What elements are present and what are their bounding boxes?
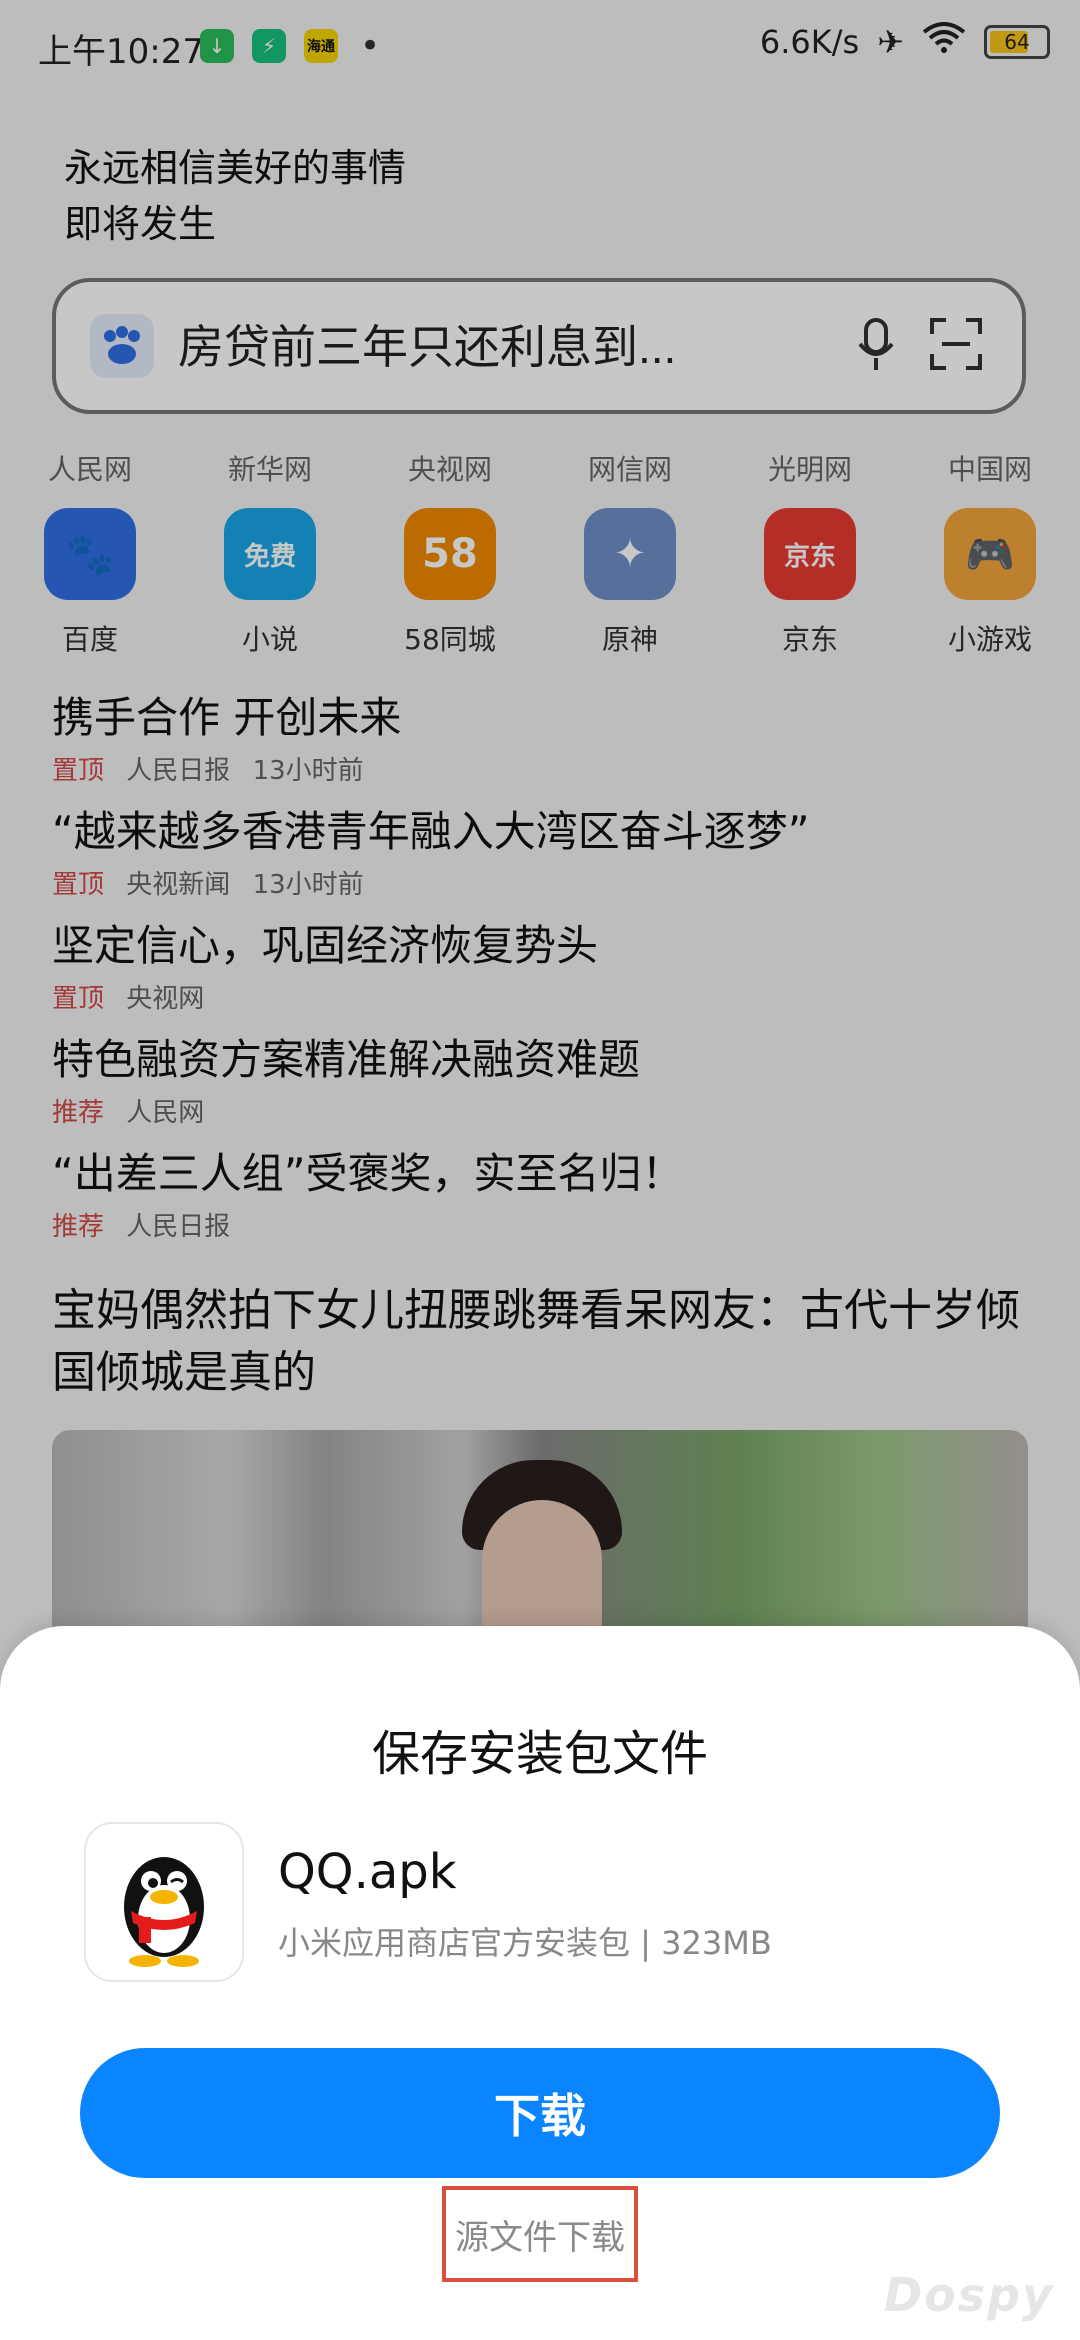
file-description: 小米应用商店官方安装包 | 323MB <box>278 1924 772 1962</box>
save-apk-sheet: 保存安装包文件 QQ.apk 小米应用商店官方安装包 | 323MB 下载 源文… <box>0 1626 1080 2340</box>
file-name: QQ.apk <box>278 1844 457 1900</box>
browser-home: 上午10:27 ↓ ⚡ 海通 • 6.6K/s ✈ 64 永远相信美好的事情 即… <box>0 0 1080 2340</box>
download-button[interactable]: 下载 <box>80 2048 1000 2178</box>
qq-app-icon <box>84 1822 244 1982</box>
watermark-logo: Dospy <box>883 2268 1054 2322</box>
source-file-download-link[interactable]: 源文件下载 <box>442 2186 638 2282</box>
sheet-title: 保存安装包文件 <box>371 1726 708 1782</box>
